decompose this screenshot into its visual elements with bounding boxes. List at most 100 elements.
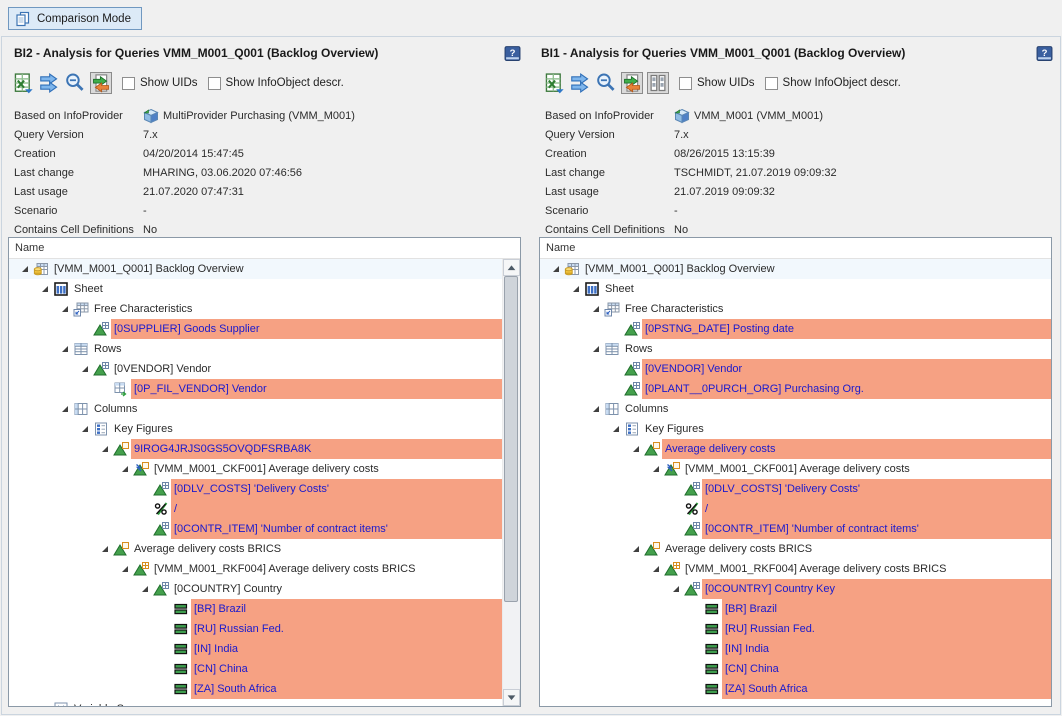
synchronize-scrolling-button[interactable] <box>647 72 669 94</box>
tree-row[interactable]: [0VENDOR] Vendor <box>9 359 503 379</box>
expander-icon[interactable] <box>97 441 113 457</box>
tree-row[interactable]: [0P_FIL_VENDOR] Vendor <box>9 379 503 399</box>
checkbox-box[interactable] <box>679 77 692 90</box>
expander-icon[interactable] <box>668 581 684 597</box>
expander-icon[interactable] <box>608 421 624 437</box>
structure-member-icon <box>113 441 129 457</box>
tree-row[interactable]: [VMM_M001_CKF001] Average delivery costs <box>540 459 1051 479</box>
expander-icon[interactable] <box>57 301 73 317</box>
expander-icon[interactable] <box>648 461 664 477</box>
swap-queries-button[interactable] <box>569 72 591 94</box>
checkbox-box[interactable] <box>765 77 778 90</box>
tree-row[interactable]: [RU] Russian Fed. <box>540 619 1051 639</box>
tree-row[interactable]: Free Characteristics <box>540 299 1051 319</box>
tree-row-highlight: [RU] Russian Fed. <box>191 619 503 639</box>
expander-icon[interactable] <box>588 301 604 317</box>
tree-row[interactable]: [IN] India <box>9 639 503 659</box>
scroll-up-arrow[interactable] <box>503 259 520 276</box>
zoom-button[interactable] <box>64 72 86 94</box>
expander-icon[interactable] <box>37 281 53 297</box>
expander-icon[interactable] <box>628 441 644 457</box>
tree-row[interactable]: [BR] Brazil <box>540 599 1051 619</box>
tree-row[interactable]: [0CONTR_ITEM] 'Number of contract items' <box>9 519 503 539</box>
show-infoobject-descr-checkbox[interactable]: Show InfoObject descr. <box>765 77 901 90</box>
tree-row[interactable]: [CN] China <box>540 659 1051 679</box>
tree-row[interactable]: / <box>9 499 503 519</box>
tree-row[interactable]: [VMM_M001_RKF004] Average delivery costs… <box>9 559 503 579</box>
expander-icon[interactable] <box>57 341 73 357</box>
tree-row[interactable]: [0DLV_COSTS] 'Delivery Costs' <box>540 479 1051 499</box>
expander-icon[interactable] <box>117 461 133 477</box>
tree-row[interactable]: [CN] China <box>9 659 503 679</box>
tree-row[interactable]: [0COUNTRY] Country <box>9 579 503 599</box>
expander-icon[interactable] <box>97 541 113 557</box>
tree-row[interactable]: [VMM_M001_CKF001] Average delivery costs <box>9 459 503 479</box>
show-uids-checkbox[interactable]: Show UIDs <box>679 77 755 90</box>
tree-row[interactable]: [ZA] South Africa <box>9 679 503 699</box>
expander-icon[interactable] <box>77 361 93 377</box>
tree-row[interactable]: 9IROG4JRJS0GS5OVQDFSRBA8K <box>9 439 503 459</box>
tree-row[interactable]: [VMM_M001_Q001] Backlog Overview <box>540 259 1051 279</box>
scroll-thumb[interactable] <box>504 276 518 602</box>
tree-row[interactable]: Sheet <box>9 279 503 299</box>
comparison-mode-label: Comparison Mode <box>37 13 131 25</box>
expander-icon[interactable] <box>57 401 73 417</box>
expander-icon[interactable] <box>37 701 53 706</box>
tree-row[interactable]: [VMM_M001_Q001] Backlog Overview <box>9 259 503 279</box>
tree-row[interactable]: [VMM_M001_RKF004] Average delivery costs… <box>540 559 1051 579</box>
tree-row[interactable]: Key Figures <box>9 419 503 439</box>
expander-icon[interactable] <box>588 341 604 357</box>
expander-icon[interactable] <box>628 541 644 557</box>
tree-row[interactable]: Average delivery costs <box>540 439 1051 459</box>
tree-row[interactable]: Key Figures <box>540 419 1051 439</box>
tree-row[interactable]: Variable S <box>9 699 503 706</box>
tree-row[interactable]: [0DLV_COSTS] 'Delivery Costs' <box>9 479 503 499</box>
expander-icon[interactable] <box>137 581 153 597</box>
tree-row[interactable]: Rows <box>540 339 1051 359</box>
tree-row[interactable]: [BR] Brazil <box>9 599 503 619</box>
tree-item-label: Rows <box>94 343 122 355</box>
export-to-excel-button[interactable] <box>543 72 565 94</box>
checkbox-box[interactable] <box>122 77 135 90</box>
expander-icon[interactable] <box>77 421 93 437</box>
compare-queries-button[interactable] <box>621 72 643 94</box>
tree-row[interactable]: [IN] India <box>540 639 1051 659</box>
tree-row[interactable]: Average delivery costs BRICS <box>9 539 503 559</box>
expander-icon[interactable] <box>548 261 564 277</box>
expander-icon[interactable] <box>17 261 33 277</box>
tree-row[interactable]: [RU] Russian Fed. <box>9 619 503 639</box>
tree-row[interactable]: [0SUPPLIER] Goods Supplier <box>9 319 503 339</box>
expander-icon[interactable] <box>568 281 584 297</box>
tree-row[interactable]: [0VENDOR] Vendor <box>540 359 1051 379</box>
tree-row[interactable]: [0CONTR_ITEM] 'Number of contract items' <box>540 519 1051 539</box>
checkbox-box[interactable] <box>208 77 221 90</box>
key-figures-icon <box>93 421 109 437</box>
help-icon[interactable]: ? <box>504 45 521 62</box>
compare-queries-button[interactable] <box>90 72 112 94</box>
export-to-excel-button[interactable] <box>12 72 34 94</box>
tree-row[interactable]: [ZA] South Africa <box>540 679 1051 699</box>
tree-row[interactable]: [0COUNTRY] Country Key <box>540 579 1051 599</box>
expander-icon[interactable] <box>117 561 133 577</box>
tree-row[interactable]: Columns <box>9 399 503 419</box>
tree-row[interactable]: / <box>540 499 1051 519</box>
zoom-button[interactable] <box>595 72 617 94</box>
tree-row[interactable]: [0PSTNG_DATE] Posting date <box>540 319 1051 339</box>
tree-row[interactable]: Rows <box>9 339 503 359</box>
show-infoobject-descr-checkbox[interactable]: Show InfoObject descr. <box>208 77 344 90</box>
swap-queries-button[interactable] <box>38 72 60 94</box>
tree-row[interactable]: [0PLANT__0PURCH_ORG] Purchasing Org. <box>540 379 1051 399</box>
tree-row[interactable]: Sheet <box>540 279 1051 299</box>
right-query-tree: Name [VMM_M001_Q001] Backlog OverviewShe… <box>539 237 1052 707</box>
scroll-down-arrow[interactable] <box>503 689 520 706</box>
vertical-scrollbar[interactable] <box>502 259 520 706</box>
expander-icon[interactable] <box>588 401 604 417</box>
expander-icon[interactable] <box>648 561 664 577</box>
show-uids-checkbox[interactable]: Show UIDs <box>122 77 198 90</box>
help-icon[interactable]: ? <box>1036 45 1053 62</box>
tree-row[interactable]: Columns <box>540 399 1051 419</box>
tree-item-label: Free Characteristics <box>94 303 192 315</box>
tree-row[interactable]: Free Characteristics <box>9 299 503 319</box>
comparison-mode-button[interactable]: Comparison Mode <box>8 7 142 30</box>
tree-row[interactable]: Average delivery costs BRICS <box>540 539 1051 559</box>
